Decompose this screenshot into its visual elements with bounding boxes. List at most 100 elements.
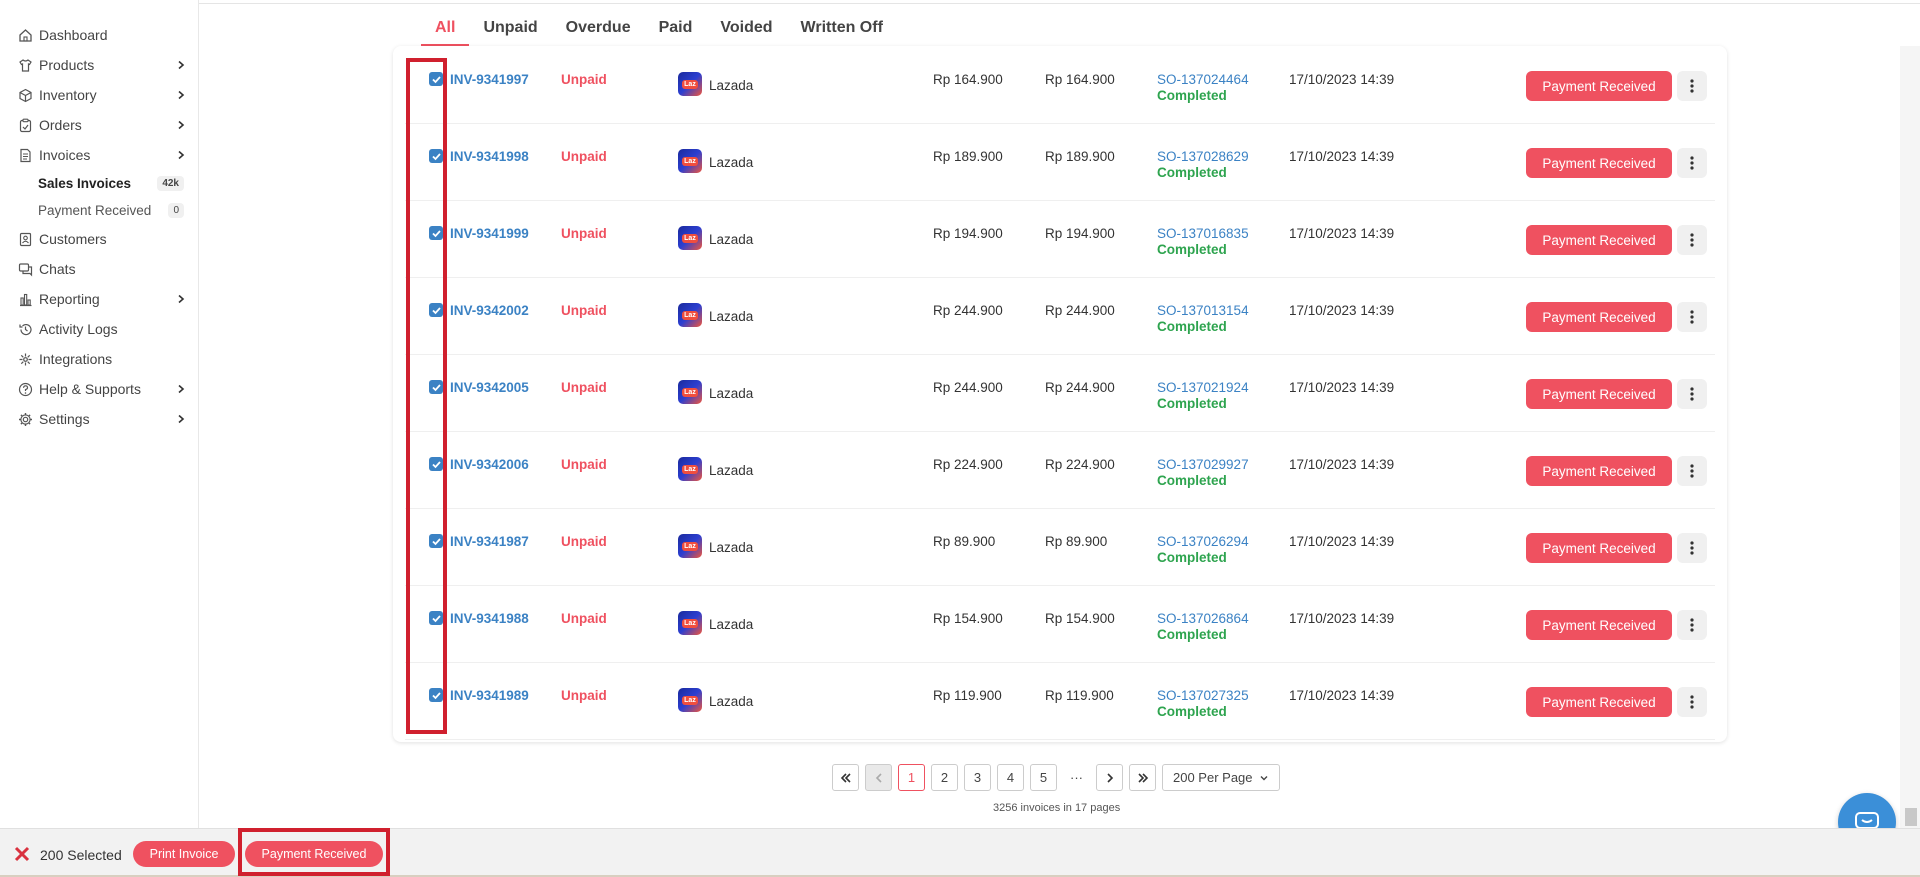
sales-order-link[interactable]: SO-137028629 bbox=[1157, 149, 1249, 164]
chevron-right-icon bbox=[178, 120, 185, 130]
prev-page-button[interactable] bbox=[865, 764, 892, 791]
channel-name: Lazada bbox=[709, 232, 754, 247]
tab-unpaid[interactable]: Unpaid bbox=[469, 14, 551, 46]
payment-received-button[interactable]: Payment Received bbox=[1526, 71, 1672, 101]
sidebar-item-label: Customers bbox=[39, 231, 107, 247]
payment-received-button[interactable]: Payment Received bbox=[1526, 687, 1672, 717]
more-options-button[interactable] bbox=[1677, 302, 1707, 332]
invoice-date: 17/10/2023 14:39 bbox=[1289, 226, 1395, 241]
sales-order-link[interactable]: SO-137027325 bbox=[1157, 688, 1249, 703]
chevron-right-icon bbox=[178, 60, 185, 70]
tab-overdue[interactable]: Overdue bbox=[552, 14, 645, 46]
per-page-select[interactable]: 200 Per Page bbox=[1162, 764, 1280, 791]
tab-voided[interactable]: Voided bbox=[706, 14, 786, 46]
invoice-number-link[interactable]: INV-9341999 bbox=[450, 226, 529, 241]
close-icon[interactable] bbox=[14, 846, 30, 862]
chevron-down-icon bbox=[1260, 775, 1268, 780]
table-row: INV-9341989 Unpaid Laz Lazada Rp 119.900… bbox=[405, 663, 1715, 740]
sales-order-status: Completed bbox=[1157, 165, 1227, 180]
invoice-number-link[interactable]: INV-9342005 bbox=[450, 380, 529, 395]
more-vertical-icon bbox=[1690, 233, 1694, 247]
more-options-button[interactable] bbox=[1677, 687, 1707, 717]
sidebar-item-activity-logs[interactable]: Activity Logs bbox=[0, 314, 198, 344]
sidebar-item-reporting[interactable]: Reporting bbox=[0, 284, 198, 314]
balance-due: Rp 244.900 bbox=[1045, 303, 1115, 318]
invoice-number-link[interactable]: INV-9341988 bbox=[450, 611, 529, 626]
invoice-number-link[interactable]: INV-9341987 bbox=[450, 534, 529, 549]
last-page-button[interactable] bbox=[1129, 764, 1156, 791]
lazada-logo-text: Laz bbox=[682, 310, 698, 320]
sidebar-item-help-supports[interactable]: Help & Supports bbox=[0, 374, 198, 404]
sidebar-subitem-payment-received[interactable]: Payment Received 0 bbox=[0, 197, 198, 224]
sidebar-item-customers[interactable]: Customers bbox=[0, 224, 198, 254]
sidebar-item-label: Integrations bbox=[39, 351, 113, 367]
payment-received-button[interactable]: Payment Received bbox=[1526, 379, 1672, 409]
table-row: INV-9341987 Unpaid Laz Lazada Rp 89.900 … bbox=[405, 509, 1715, 586]
page-button[interactable]: 5 bbox=[1030, 764, 1057, 791]
sidebar-item-products[interactable]: Products bbox=[0, 50, 198, 80]
first-page-button[interactable] bbox=[832, 764, 859, 791]
next-page-button[interactable] bbox=[1096, 764, 1123, 791]
payment-received-button[interactable]: Payment Received bbox=[1526, 148, 1672, 178]
more-options-button[interactable] bbox=[1677, 610, 1707, 640]
sales-order-link[interactable]: SO-137016835 bbox=[1157, 226, 1249, 241]
sidebar-subitem-sales-invoices[interactable]: Sales Invoices 42k bbox=[0, 170, 198, 197]
page-button[interactable]: 3 bbox=[964, 764, 991, 791]
more-options-button[interactable] bbox=[1677, 225, 1707, 255]
invoice-amount: Rp 244.900 bbox=[933, 303, 1003, 318]
page-button[interactable]: 4 bbox=[997, 764, 1024, 791]
payment-received-button[interactable]: Payment Received bbox=[1526, 302, 1672, 332]
sidebar-item-dashboard[interactable]: Dashboard bbox=[0, 20, 198, 50]
sales-order-link[interactable]: SO-137024464 bbox=[1157, 72, 1249, 87]
invoice-status: Unpaid bbox=[561, 149, 607, 164]
more-options-button[interactable] bbox=[1677, 71, 1707, 101]
vertical-scrollbar[interactable] bbox=[1900, 46, 1920, 828]
more-options-button[interactable] bbox=[1677, 148, 1707, 178]
sidebar-item-settings[interactable]: Settings bbox=[0, 404, 198, 434]
per-page-label: 200 Per Page bbox=[1173, 770, 1253, 785]
chevron-right-icon bbox=[178, 150, 185, 160]
payment-received-button[interactable]: Payment Received bbox=[1526, 225, 1672, 255]
scrollbar-thumb[interactable] bbox=[1905, 808, 1917, 826]
more-options-button[interactable] bbox=[1677, 533, 1707, 563]
sidebar-item-chats[interactable]: Chats bbox=[0, 254, 198, 284]
sales-order-link[interactable]: SO-137026864 bbox=[1157, 611, 1249, 626]
payment-received-button[interactable]: Payment Received bbox=[1526, 610, 1672, 640]
box-icon bbox=[18, 88, 33, 103]
invoice-status: Unpaid bbox=[561, 611, 607, 626]
sidebar-item-orders[interactable]: Orders bbox=[0, 110, 198, 140]
table-row: INV-9341988 Unpaid Laz Lazada Rp 154.900… bbox=[405, 586, 1715, 663]
sales-order-link[interactable]: SO-137026294 bbox=[1157, 534, 1249, 549]
invoice-number-link[interactable]: INV-9341989 bbox=[450, 688, 529, 703]
payment-button-highlight bbox=[238, 828, 390, 876]
lazada-logo-icon: Laz bbox=[678, 72, 702, 96]
payment-received-button[interactable]: Payment Received bbox=[1526, 456, 1672, 486]
more-options-button[interactable] bbox=[1677, 456, 1707, 486]
sales-order-status: Completed bbox=[1157, 704, 1227, 719]
payment-received-button[interactable]: Payment Received bbox=[1526, 533, 1672, 563]
tab-all[interactable]: All bbox=[421, 14, 470, 46]
more-options-button[interactable] bbox=[1677, 379, 1707, 409]
tab-written-off[interactable]: Written Off bbox=[787, 14, 897, 46]
sales-order-link[interactable]: SO-137021924 bbox=[1157, 380, 1249, 395]
history-icon bbox=[18, 322, 33, 337]
channel-name: Lazada bbox=[709, 694, 754, 709]
sidebar-item-invoices[interactable]: Invoices bbox=[0, 140, 198, 170]
sidebar-item-inventory[interactable]: Inventory bbox=[0, 80, 198, 110]
shirt-icon bbox=[18, 58, 33, 73]
invoice-number-link[interactable]: INV-9342002 bbox=[450, 303, 529, 318]
sales-order-link[interactable]: SO-137013154 bbox=[1157, 303, 1249, 318]
sidebar-item-integrations[interactable]: Integrations bbox=[0, 344, 198, 374]
balance-due: Rp 224.900 bbox=[1045, 457, 1115, 472]
invoice-number-link[interactable]: INV-9341998 bbox=[450, 149, 529, 164]
sales-order-status: Completed bbox=[1157, 242, 1227, 257]
sidebar-item-label: Chats bbox=[39, 261, 76, 277]
tab-paid[interactable]: Paid bbox=[645, 14, 707, 46]
invoice-number-link[interactable]: INV-9342006 bbox=[450, 457, 529, 472]
page-button[interactable]: 1 bbox=[898, 764, 925, 791]
print-invoice-button[interactable]: Print Invoice bbox=[133, 841, 235, 867]
sales-order-link[interactable]: SO-137029927 bbox=[1157, 457, 1249, 472]
page-button[interactable]: 2 bbox=[931, 764, 958, 791]
invoice-number-link[interactable]: INV-9341997 bbox=[450, 72, 529, 87]
help-icon bbox=[18, 382, 33, 397]
